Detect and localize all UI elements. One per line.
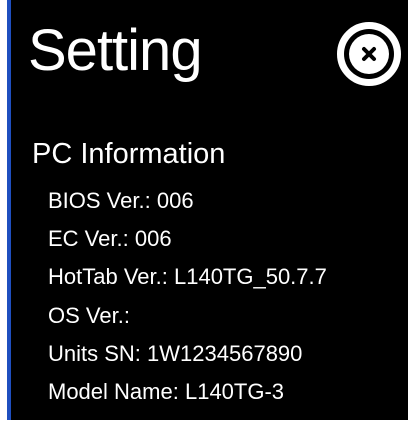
units-sn-value: 1W1234567890 xyxy=(147,340,303,366)
hottab-version-value: L140TG_50.7.7 xyxy=(173,264,327,290)
close-button[interactable] xyxy=(337,22,401,86)
close-button-inner xyxy=(349,34,389,74)
bios-version-row: BIOS Ver.: 006 xyxy=(48,190,327,228)
model-name-label: Model Name: xyxy=(48,378,179,404)
bios-version-value: 006 xyxy=(156,188,194,213)
ec-version-value: 006 xyxy=(134,226,172,252)
hottab-version-row: HotTab Ver.: L140TG_50.7.7 xyxy=(48,266,327,304)
pc-information-heading: PC Information xyxy=(32,138,226,170)
page-title: Setting xyxy=(28,18,203,83)
model-name-value: L140TG-3 xyxy=(184,378,285,404)
pc-information-list: BIOS Ver.: 006 EC Ver.: 006 HotTab Ver.:… xyxy=(48,190,327,419)
hottab-version-label: HotTab Ver.: xyxy=(48,264,168,290)
ec-version-row: EC Ver.: 006 xyxy=(48,228,327,266)
close-button-ring xyxy=(344,29,394,79)
os-version-row: OS Ver.: xyxy=(48,302,327,343)
model-name-row: Model Name: L140TG-3 xyxy=(48,378,327,419)
setting-panel: Setting PC Information BIOS Ver.: 006 EC… xyxy=(7,0,408,420)
close-icon xyxy=(362,47,376,61)
ec-version-label: EC Ver.: xyxy=(48,226,129,252)
bios-version-label: BIOS Ver.: xyxy=(48,188,151,213)
units-sn-label: Units SN: xyxy=(48,340,141,366)
units-sn-row: Units SN: 1W1234567890 xyxy=(48,340,327,381)
os-version-label: OS Ver.: xyxy=(48,302,130,328)
screen: Setting PC Information BIOS Ver.: 006 EC… xyxy=(0,0,415,434)
